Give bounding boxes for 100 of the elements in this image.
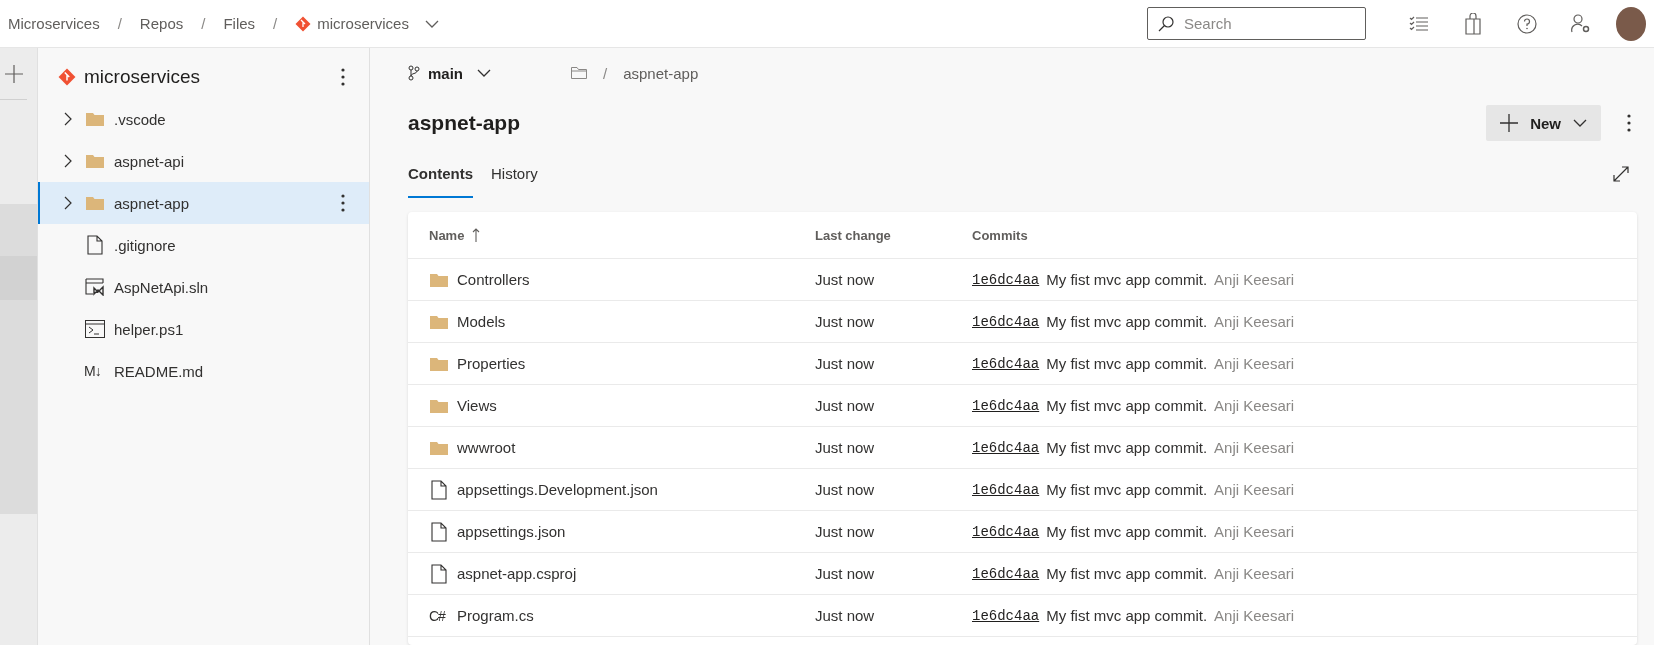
file-icon (431, 479, 447, 500)
last-change-cell-text: Just now (815, 397, 876, 414)
file-name-link[interactable]: appsettings.json (457, 523, 566, 540)
folder-icon (430, 440, 448, 455)
commit-author: Anji Keesari (1214, 523, 1295, 540)
commit-id-link[interactable]: 1e6dc4aa (972, 355, 1040, 372)
repo-title: microservices (84, 66, 202, 88)
git-logo-icon (58, 68, 76, 86)
tree-item[interactable]: aspnet-api (38, 140, 369, 182)
file-icon (431, 521, 447, 542)
tab[interactable]: History (491, 150, 538, 198)
breadcrumb-separator: / (273, 15, 278, 32)
chevron-down-icon (1573, 119, 1587, 127)
commit-message: My fist mvc app commit. (1046, 481, 1208, 498)
breadcrumb-link[interactable]: Files (223, 15, 256, 32)
commit-author: Anji Keesari (1214, 481, 1295, 498)
folder-icon (430, 272, 448, 287)
commit-id-link[interactable]: 1e6dc4aa (972, 397, 1040, 414)
last-change-cell-text: Just now (815, 607, 876, 624)
last-change-cell-text: Just now (815, 565, 876, 582)
file-name-link[interactable]: Program.cs (457, 607, 534, 624)
file-name-link[interactable]: appsettings.Development.json (457, 481, 658, 498)
last-change-cell-text: Just now (815, 271, 876, 288)
repo-breadcrumb-link[interactable]: microservices (295, 15, 439, 32)
commit-id-link[interactable]: 1e6dc4aa (972, 313, 1040, 330)
tree-item[interactable]: helper.ps1 (38, 308, 369, 350)
tree-item[interactable]: M↓ README.md (38, 350, 369, 392)
commit-message: My fist mvc app commit. (1046, 523, 1208, 540)
tree-item[interactable]: .gitignore (38, 224, 369, 266)
commit-id-link[interactable]: 1e6dc4aa (972, 439, 1040, 456)
chevron-right-icon[interactable] (64, 154, 72, 168)
breadcrumb-separator: / (201, 15, 206, 32)
commit-message: My fist mvc app commit. (1046, 439, 1208, 456)
branch-icon (408, 65, 420, 81)
commit-author: Anji Keesari (1214, 565, 1295, 582)
commit-id-link[interactable]: 1e6dc4aa (972, 271, 1040, 288)
search-field[interactable]: Search (1147, 7, 1366, 40)
breadcrumb-link[interactable]: Repos (139, 15, 184, 32)
commit-author: Anji Keesari (1214, 607, 1295, 624)
folder-icon (430, 398, 448, 413)
commit-author: Anji Keesari (1214, 313, 1295, 330)
search-icon (1158, 15, 1174, 32)
last-change-cell-text: Just now (815, 523, 876, 540)
breadcrumb-separator: / (117, 15, 122, 32)
tab[interactable]: Contents (408, 150, 473, 198)
chevron-down-icon (424, 19, 439, 28)
git-logo-icon (295, 15, 312, 32)
commit-id-link[interactable]: 1e6dc4aa (972, 565, 1040, 582)
file-name-link[interactable]: Views (457, 397, 497, 414)
file-icon (431, 563, 447, 584)
commit-message: My fist mvc app commit. (1046, 397, 1208, 414)
commit-id-link[interactable]: 1e6dc4aa (972, 481, 1040, 498)
column-header[interactable]: Name (429, 227, 481, 243)
file-type-icon: C# (429, 607, 449, 624)
new-button[interactable]: New (1486, 105, 1601, 141)
chevron-right-icon[interactable] (64, 112, 72, 126)
column-header[interactable]: Last change (815, 227, 891, 243)
folder-outline-icon (571, 67, 587, 79)
commit-author: Anji Keesari (1214, 271, 1295, 288)
file-name-link[interactable]: Controllers (457, 271, 530, 288)
file-name-link[interactable]: Models (457, 313, 506, 330)
breadcrumb-link[interactable]: Microservices (8, 15, 100, 32)
folder-title: aspnet-app (408, 111, 521, 135)
chevron-down-icon (477, 69, 491, 77)
file-name-link[interactable]: Properties (457, 355, 526, 372)
branch-selector[interactable]: main (408, 64, 491, 82)
folder-icon (430, 314, 448, 329)
path-text: aspnet-app (623, 64, 699, 82)
commit-message: My fist mvc app commit. (1046, 271, 1208, 288)
commit-id-link[interactable]: 1e6dc4aa (972, 607, 1040, 624)
search-input[interactable]: Search (1182, 14, 1342, 33)
last-change-cell-text: Just now (815, 313, 876, 330)
file-name-link[interactable]: aspnet-app.csproj (457, 565, 577, 582)
commit-author: Anji Keesari (1214, 439, 1295, 456)
commit-message: My fist mvc app commit. (1046, 313, 1208, 330)
last-change-cell-text: Just now (815, 481, 876, 498)
commit-message: My fist mvc app commit. (1046, 565, 1208, 582)
tree-item[interactable]: AspNetApi.sln (38, 266, 369, 308)
terminal-file-icon (85, 320, 105, 338)
path-separator: / (603, 64, 608, 82)
folder-icon (86, 196, 104, 210)
file-icon (87, 235, 103, 255)
tree-item[interactable]: .vscode (38, 98, 369, 140)
expand-icon[interactable] (1613, 166, 1629, 182)
folder-icon (86, 112, 104, 126)
file-name-link[interactable]: wwwroot (457, 439, 516, 456)
chevron-right-icon[interactable] (64, 196, 72, 210)
sort-arrow-icon (472, 228, 481, 242)
commit-author: Anji Keesari (1214, 397, 1295, 414)
folder-icon (430, 356, 448, 371)
tree-item[interactable]: aspnet-app (38, 182, 369, 224)
folder-icon (86, 154, 104, 168)
plus-icon (1500, 114, 1519, 132)
avatar[interactable] (1616, 6, 1646, 41)
column-header[interactable]: Commits (972, 227, 1028, 243)
commit-author: Anji Keesari (1214, 355, 1295, 372)
commit-id-link[interactable]: 1e6dc4aa (972, 523, 1040, 540)
file-type-icon: M↓ (84, 363, 106, 379)
last-change-cell-text: Just now (815, 439, 876, 456)
solution-file-icon (85, 278, 105, 296)
